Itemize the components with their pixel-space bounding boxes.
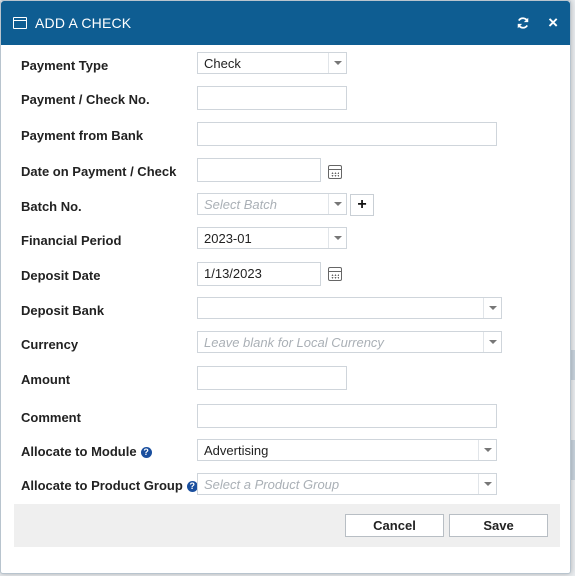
allocate-module-select[interactable]: Advertising	[197, 439, 497, 461]
add-batch-button[interactable]: +	[350, 194, 374, 216]
dialog-titlebar: ADD A CHECK ×	[1, 1, 570, 45]
deposit-date-label: Deposit Date	[21, 268, 101, 283]
chevron-down-icon	[328, 228, 346, 248]
allocate-module-value: Advertising	[204, 443, 269, 458]
deposit-bank-select[interactable]	[197, 297, 502, 319]
dialog-title: ADD A CHECK	[35, 15, 132, 31]
chevron-down-icon	[328, 194, 346, 214]
deposit-date-input[interactable]: 1/13/2023	[197, 262, 321, 286]
financial-period-label: Financial Period	[21, 233, 122, 248]
chevron-down-icon	[478, 474, 496, 494]
close-button[interactable]: ×	[548, 13, 558, 33]
batch-no-select[interactable]: Select Batch	[197, 193, 347, 215]
payment-type-value: Check	[204, 56, 241, 71]
allocate-product-group-label-text: Allocate to Product Group	[21, 478, 183, 493]
chevron-down-icon	[483, 332, 501, 352]
allocate-product-group-select[interactable]: Select a Product Group	[197, 473, 497, 495]
check-date-label: Date on Payment / Check	[21, 164, 177, 179]
chevron-down-icon	[483, 298, 501, 318]
check-no-input[interactable]	[197, 86, 347, 110]
batch-no-label: Batch No.	[21, 199, 82, 214]
amount-label: Amount	[21, 372, 71, 387]
window-icon	[13, 17, 27, 29]
payment-type-label: Payment Type	[21, 58, 109, 73]
allocate-module-label: Allocate to Module?	[21, 444, 152, 459]
currency-label: Currency	[21, 337, 79, 352]
close-icon: ×	[548, 13, 558, 32]
financial-period-select[interactable]: 2023-01	[197, 227, 347, 249]
chevron-down-icon	[328, 53, 346, 73]
payment-bank-input[interactable]	[197, 122, 497, 146]
allocate-product-group-placeholder: Select a Product Group	[204, 477, 340, 492]
currency-placeholder: Leave blank for Local Currency	[204, 335, 384, 350]
refresh-button[interactable]	[516, 16, 530, 30]
batch-no-placeholder: Select Batch	[204, 197, 277, 212]
allocate-module-label-text: Allocate to Module	[21, 444, 137, 459]
calendar-icon[interactable]	[328, 267, 342, 281]
payment-type-select[interactable]: Check	[197, 52, 347, 74]
allocate-product-group-label: Allocate to Product Group?	[21, 478, 198, 493]
calendar-icon[interactable]	[328, 165, 342, 179]
dialog-footer: Cancel Save	[14, 504, 560, 547]
help-icon[interactable]: ?	[140, 446, 152, 458]
cancel-button[interactable]: Cancel	[345, 514, 444, 537]
plus-icon: +	[357, 196, 367, 213]
payment-bank-label: Payment from Bank	[21, 128, 144, 143]
refresh-icon	[517, 17, 529, 29]
add-check-dialog: ADD A CHECK × Payment Type Check Payment…	[0, 0, 571, 574]
deposit-bank-label: Deposit Bank	[21, 303, 105, 318]
comment-label: Comment	[21, 410, 81, 425]
currency-select[interactable]: Leave blank for Local Currency	[197, 331, 502, 353]
save-button[interactable]: Save	[449, 514, 548, 537]
amount-input[interactable]	[197, 366, 347, 390]
chevron-down-icon	[478, 440, 496, 460]
check-date-input[interactable]	[197, 158, 321, 182]
comment-input[interactable]	[197, 404, 497, 428]
financial-period-value: 2023-01	[204, 231, 252, 246]
check-no-label: Payment / Check No.	[21, 92, 150, 107]
